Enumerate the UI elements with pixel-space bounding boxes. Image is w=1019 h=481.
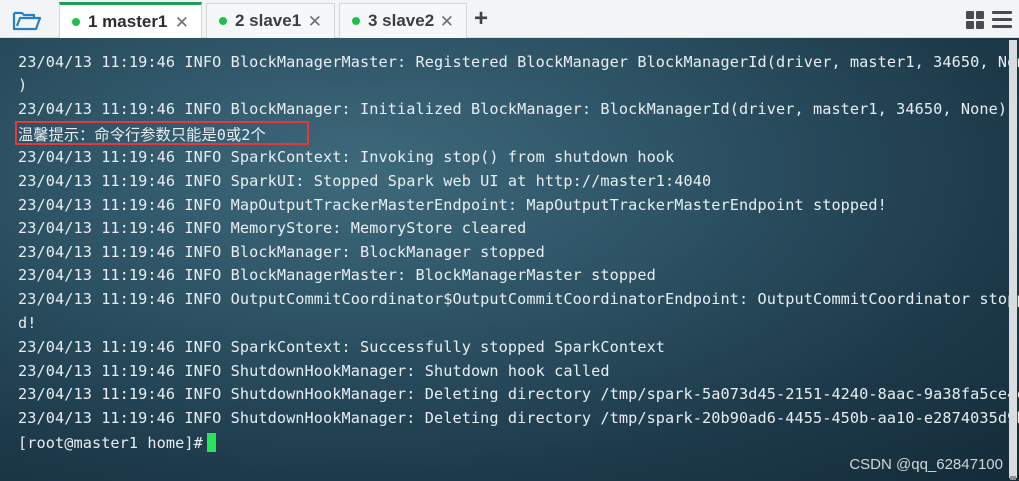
terminal-line: 23/04/13 11:19:46 INFO BlockManager: Blo… [18, 243, 545, 261]
scrollbar-thumb[interactable] [1010, 476, 1016, 480]
terminal-line: d! [18, 314, 37, 332]
terminal-line: 23/04/13 11:19:46 INFO SparkContext: Inv… [18, 148, 675, 166]
terminal-line: 23/04/13 11:19:46 INFO BlockManagerMaste… [18, 53, 1019, 71]
vertical-scrollbar[interactable] [1009, 40, 1017, 478]
terminal-line: 23/04/13 11:19:46 INFO ShutdownHookManag… [18, 362, 610, 380]
tab-label: 3 slave2 [368, 11, 435, 30]
terminal-line: 23/04/13 11:19:46 INFO SparkUI: Stopped … [18, 172, 712, 190]
close-icon[interactable]: ✕ [175, 13, 189, 33]
menu-icon[interactable] [992, 11, 1012, 29]
command-prompt[interactable]: [root@master1 home]# [18, 433, 216, 452]
new-tab-button[interactable]: + [474, 5, 488, 33]
tab-master1[interactable]: 1 master1 ✕ [59, 2, 202, 38]
tab-bar: 1 master1 ✕ 2 slave1 ✕ 3 slave2 ✕ + [0, 0, 1019, 38]
terminal-output[interactable]: 23/04/13 11:19:46 INFO BlockManagerMaste… [0, 38, 1019, 481]
terminal-line: 23/04/13 11:19:46 INFO ShutdownHookManag… [18, 385, 1019, 403]
layout-grid-icon[interactable] [966, 11, 984, 29]
terminal-line: 23/04/13 11:19:46 INFO BlockManager: Ini… [18, 100, 1008, 118]
terminal-line: 23/04/13 11:19:46 INFO SparkContext: Suc… [18, 338, 666, 356]
terminal-line: 23/04/13 11:19:46 INFO MapOutputTrackerM… [18, 196, 887, 214]
tab-slave2[interactable]: 3 slave2 ✕ [339, 3, 467, 38]
close-icon[interactable]: ✕ [308, 12, 322, 32]
connected-status-icon [219, 17, 227, 25]
connected-status-icon [352, 17, 360, 25]
prompt-text: [root@master1 home]# [18, 434, 203, 452]
tab-label: 1 master1 [88, 11, 168, 31]
terminal-line: 23/04/13 11:19:46 INFO MemoryStore: Memo… [18, 219, 527, 237]
terminal-line: 23/04/13 11:19:46 INFO ShutdownHookManag… [18, 409, 1019, 427]
close-icon[interactable]: ✕ [440, 12, 454, 32]
tab-label: 2 slave1 [235, 11, 302, 30]
highlight-box [15, 121, 309, 145]
tab-slave1[interactable]: 2 slave1 ✕ [206, 3, 335, 38]
connected-status-icon [72, 17, 80, 26]
watermark: CSDN @qq_62847100 [849, 456, 1003, 473]
text-cursor [206, 433, 216, 452]
terminal-line: ) [18, 76, 28, 94]
terminal-line: 23/04/13 11:19:46 INFO BlockManagerMaste… [18, 266, 656, 284]
folder-open-icon[interactable] [10, 8, 44, 32]
terminal-line: 23/04/13 11:19:46 INFO OutputCommitCoord… [18, 290, 1019, 308]
